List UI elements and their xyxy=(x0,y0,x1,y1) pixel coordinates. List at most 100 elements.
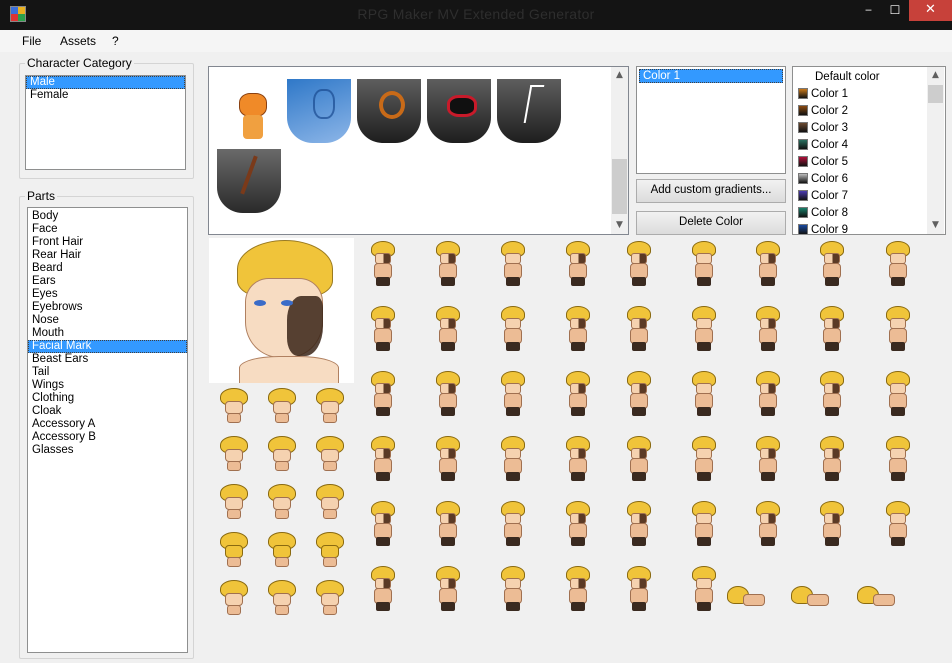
parts-item-mouth[interactable]: Mouth xyxy=(28,327,187,340)
battler-sprite xyxy=(753,501,783,547)
parts-item-cloak[interactable]: Cloak xyxy=(28,405,187,418)
battler-sprite xyxy=(817,436,847,482)
color-item-color-9[interactable]: Color 9 xyxy=(796,222,945,235)
color-swatch xyxy=(798,207,808,218)
menu-file[interactable]: File xyxy=(22,34,41,48)
battler-sprite xyxy=(433,371,463,417)
parts-item-face[interactable]: Face xyxy=(28,223,187,236)
minimize-button[interactable]: ‒ xyxy=(855,0,882,21)
color-item-color-4[interactable]: Color 4 xyxy=(796,137,945,154)
window-title: RPG Maker MV Extended Generator xyxy=(357,6,595,22)
parts-item-eyes[interactable]: Eyes xyxy=(28,288,187,301)
color-item-color-2[interactable]: Color 2 xyxy=(796,103,945,120)
color-label: Color 5 xyxy=(811,156,849,168)
chibi-sprite xyxy=(314,532,346,568)
parts-item-beast-ears[interactable]: Beast Ears xyxy=(28,353,187,366)
chibi-sprite xyxy=(266,436,298,472)
color-label: Color 4 xyxy=(811,139,849,151)
facial-mark-variant-fox-mask[interactable] xyxy=(221,79,285,143)
color-label: Color 7 xyxy=(811,190,849,202)
scroll-down-arrow-icon[interactable]: ▼ xyxy=(927,217,944,234)
color-item-color-1[interactable]: Color 1 xyxy=(796,86,945,103)
battler-sprite xyxy=(498,436,528,482)
parts-item-wings[interactable]: Wings xyxy=(28,379,187,392)
parts-item-clothing[interactable]: Clothing xyxy=(28,392,187,405)
facial-mark-variant-blue-bird-tattoo[interactable] xyxy=(287,79,351,143)
color-item-color-5[interactable]: Color 5 xyxy=(796,154,945,171)
scroll-thumb[interactable] xyxy=(612,159,627,214)
battler-sprite xyxy=(563,566,593,612)
variants-scrollbar[interactable]: ▲ ▼ xyxy=(611,67,628,234)
parts-item-beard[interactable]: Beard xyxy=(28,262,187,275)
color-item-color-6[interactable]: Color 6 xyxy=(796,171,945,188)
color-item-default-color[interactable]: Default color xyxy=(796,69,945,86)
parts-item-tail[interactable]: Tail xyxy=(28,366,187,379)
parts-item-glasses[interactable]: Glasses xyxy=(28,444,187,457)
parts-item-accessory-b[interactable]: Accessory B xyxy=(28,431,187,444)
parts-item-front-hair[interactable]: Front Hair xyxy=(28,236,187,249)
battler-sprite xyxy=(689,241,719,287)
color-label: Color 9 xyxy=(811,224,849,235)
menu-assets[interactable]: Assets xyxy=(60,34,96,48)
parts-list[interactable]: Body Face Front Hair Rear Hair Beard Ears Eyes… xyxy=(27,207,188,653)
facial-mark-variant-scar-mark[interactable] xyxy=(217,149,281,213)
chibi-sprite xyxy=(218,532,250,568)
color-swatch xyxy=(798,105,808,116)
color-swatch xyxy=(798,224,808,234)
category-item-male[interactable]: Male xyxy=(26,76,185,89)
battler-sprite xyxy=(624,436,654,482)
battler-sprite xyxy=(817,241,847,287)
scroll-thumb[interactable] xyxy=(928,85,943,103)
color-item-color-3[interactable]: Color 3 xyxy=(796,120,945,137)
close-button[interactable]: ✕ xyxy=(909,0,952,21)
add-custom-gradients-button[interactable]: Add custom gradients... xyxy=(636,179,786,203)
part-variants-panel[interactable]: ▲ ▼ xyxy=(208,66,629,235)
battler-sprite xyxy=(689,306,719,352)
color-swatch xyxy=(798,173,808,184)
parts-item-ears[interactable]: Ears xyxy=(28,275,187,288)
facial-mark-variant-red-tribal-tattoo[interactable] xyxy=(427,79,491,143)
parts-item-rear-hair[interactable]: Rear Hair xyxy=(28,249,187,262)
battler-sprite xyxy=(563,501,593,547)
category-list[interactable]: Male Female xyxy=(25,75,186,170)
face-portrait xyxy=(209,238,354,383)
parts-item-body[interactable]: Body xyxy=(28,210,187,223)
facial-mark-variant-white-rune-mark[interactable] xyxy=(497,79,561,143)
parts-item-nose[interactable]: Nose xyxy=(28,314,187,327)
parts-item-accessory-a[interactable]: Accessory A xyxy=(28,418,187,431)
scroll-up-arrow-icon[interactable]: ▲ xyxy=(927,67,944,84)
battler-sprite xyxy=(727,586,765,610)
menu-help[interactable]: ? xyxy=(112,34,119,48)
gradient-list[interactable]: Color 1 xyxy=(636,66,786,174)
scroll-up-arrow-icon[interactable]: ▲ xyxy=(611,67,628,84)
category-legend: Character Category xyxy=(25,56,134,70)
battler-sprite xyxy=(498,566,528,612)
facial-mark-variant-orange-dragon-tattoo[interactable] xyxy=(357,79,421,143)
color-item-color-8[interactable]: Color 8 xyxy=(796,205,945,222)
parts-item-facial-mark[interactable]: Facial Mark xyxy=(28,340,187,353)
battler-sprite xyxy=(368,306,398,352)
parts-item-eyebrows[interactable]: Eyebrows xyxy=(28,301,187,314)
color-list[interactable]: Default color Color 1 Color 2 Color 3 Color … xyxy=(792,66,946,235)
color-item-color-7[interactable]: Color 7 xyxy=(796,188,945,205)
battler-sprite xyxy=(368,241,398,287)
battler-sprite xyxy=(498,241,528,287)
battler-sprite xyxy=(498,371,528,417)
maximize-button[interactable]: ☐ xyxy=(882,0,908,21)
battler-sprite xyxy=(563,436,593,482)
gradient-item-color-1[interactable]: Color 1 xyxy=(639,69,783,83)
delete-color-button[interactable]: Delete Color xyxy=(636,211,786,235)
color-label: Default color xyxy=(815,71,880,83)
battler-sprite xyxy=(753,436,783,482)
color-swatch xyxy=(798,88,808,99)
battler-sprite xyxy=(689,501,719,547)
category-item-female[interactable]: Female xyxy=(26,89,185,102)
color-swatch xyxy=(798,139,808,150)
battler-sprite xyxy=(624,241,654,287)
chibi-sprite xyxy=(266,388,298,424)
scroll-down-arrow-icon[interactable]: ▼ xyxy=(611,217,628,234)
battler-sprite xyxy=(624,306,654,352)
battler-sprite xyxy=(624,566,654,612)
battler-sprite xyxy=(817,306,847,352)
colors-scrollbar[interactable]: ▲ ▼ xyxy=(927,67,944,234)
